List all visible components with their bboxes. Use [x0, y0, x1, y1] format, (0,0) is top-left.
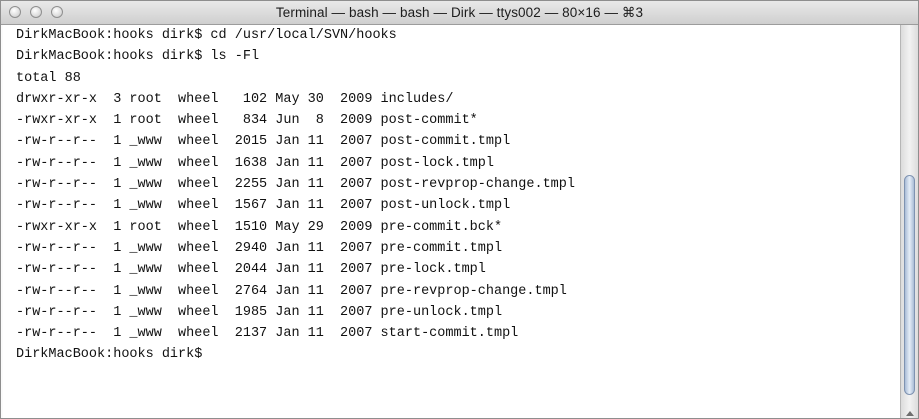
terminal-line: -rw-r--r-- 1 _www wheel 2044 Jan 11 2007… [16, 262, 486, 278]
terminal-window: Terminal — bash — bash — Dirk — ttys002 … [0, 0, 919, 419]
terminal-line: -rw-r--r-- 1 _www wheel 1567 Jan 11 2007… [16, 198, 511, 214]
terminal-line: -rw-r--r-- 1 _www wheel 1985 Jan 11 2007… [16, 304, 503, 320]
terminal-line: DirkMacBook:hooks dirk$ cd /usr/local/SV… [16, 28, 397, 43]
terminal-line: -rwxr-xr-x 1 root wheel 1510 May 29 2009… [16, 219, 503, 235]
scroll-up-icon[interactable] [906, 411, 914, 416]
terminal-line: -rw-r--r-- 1 _www wheel 2255 Jan 11 2007… [16, 177, 575, 193]
scrollbar-thumb[interactable] [904, 175, 915, 395]
terminal-prompt[interactable]: DirkMacBook:hooks dirk$ [3, 344, 900, 365]
terminal-line: drwxr-xr-x 3 root wheel 102 May 30 2009 … [16, 91, 454, 107]
terminal-line: -rw-r--r-- 1 _www wheel 2940 Jan 11 2007… [16, 240, 503, 256]
vertical-scrollbar[interactable] [900, 25, 918, 418]
terminal-output[interactable]: DirkMacBook:hooks dirk$ cd /usr/local/SV… [3, 25, 900, 418]
terminal-line: -rw-r--r-- 1 _www wheel 2015 Jan 11 2007… [16, 134, 511, 150]
terminal-line: total 88 [16, 70, 81, 86]
terminal-line: -rw-r--r-- 1 _www wheel 2764 Jan 11 2007… [16, 283, 567, 299]
window-title: Terminal — bash — bash — Dirk — ttys002 … [275, 5, 644, 20]
terminal-line: -rw-r--r-- 1 _www wheel 2137 Jan 11 2007… [16, 326, 519, 342]
terminal-line: -rw-r--r-- 1 _www wheel 1638 Jan 11 2007… [16, 155, 494, 171]
title-bar[interactable]: Terminal — bash — bash — Dirk — ttys002 … [1, 1, 918, 25]
terminal-line: -rwxr-xr-x 1 root wheel 834 Jun 8 2009 p… [16, 113, 478, 129]
terminal-line: DirkMacBook:hooks dirk$ ls -Fl [16, 49, 260, 65]
